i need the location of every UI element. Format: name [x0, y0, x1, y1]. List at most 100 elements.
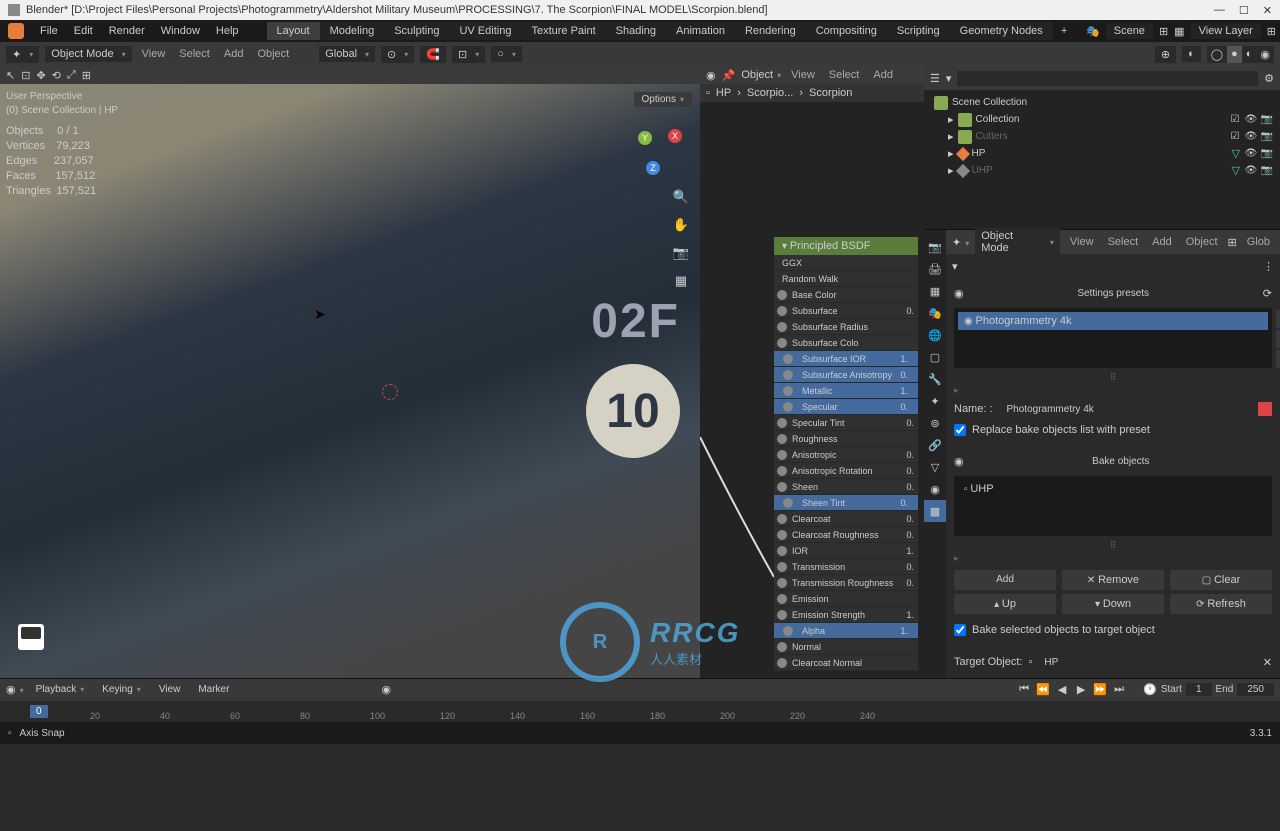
- move-tool-icon[interactable]: ✥: [36, 69, 45, 82]
- props-editor-icon[interactable]: ✦: [952, 236, 969, 249]
- rotate-tool-icon[interactable]: ⟲: [52, 69, 61, 82]
- outliner-search-input[interactable]: [957, 71, 1258, 86]
- prop-tab-particles[interactable]: ✦: [924, 390, 946, 412]
- transform-tool-icon[interactable]: ⊞: [82, 69, 91, 82]
- refresh-button[interactable]: ⟳ Refresh: [1170, 594, 1272, 614]
- sync-icon[interactable]: 🕐: [1143, 683, 1157, 696]
- clear-button[interactable]: ▢ Clear: [1170, 570, 1272, 590]
- prop-tab-object[interactable]: ▢: [924, 346, 946, 368]
- pan-icon[interactable]: ✋: [672, 217, 690, 233]
- props-add[interactable]: Add: [1148, 236, 1176, 248]
- disable-toggle[interactable]: 📷: [1260, 165, 1274, 176]
- scene-browse-icon[interactable]: ⊞: [1159, 25, 1168, 38]
- preset-remove-icon[interactable]: ✕: [1276, 350, 1280, 368]
- props-view[interactable]: View: [1066, 236, 1098, 248]
- nav-gizmo[interactable]: X Y Z: [622, 119, 682, 179]
- node-socket-row[interactable]: Transmission0.: [774, 559, 918, 575]
- zoom-icon[interactable]: 🔍: [672, 189, 690, 205]
- bake-selected-row[interactable]: Bake selected objects to target object: [954, 620, 1272, 640]
- socket-dot-icon[interactable]: [777, 610, 787, 620]
- end-value[interactable]: 250: [1237, 683, 1274, 696]
- socket-dot-icon[interactable]: [783, 498, 793, 508]
- target-object-field[interactable]: HP: [1038, 654, 1256, 671]
- socket-dot-icon[interactable]: [777, 290, 787, 300]
- presets-listbox[interactable]: ◉ Photogrammetry 4k ⟳ ✓ ✕: [954, 308, 1272, 368]
- node-editor-icon[interactable]: ◉: [706, 69, 716, 82]
- disable-toggle[interactable]: 📷: [1260, 148, 1274, 159]
- orientation-select[interactable]: Global: [319, 46, 375, 62]
- expand-icon[interactable]: ▸: [954, 383, 1272, 398]
- scene-name-field[interactable]: Scene: [1106, 23, 1153, 39]
- socket-value[interactable]: 1.: [906, 610, 918, 620]
- node-socket-row[interactable]: Specular Tint0.: [774, 415, 918, 431]
- overlay-toggle[interactable]: ⊕: [1155, 46, 1176, 63]
- replace-checkbox[interactable]: [954, 424, 966, 436]
- node-socket-row[interactable]: Subsurface0.: [774, 303, 918, 319]
- node-socket-row[interactable]: Clearcoat Roughness0.: [774, 527, 918, 543]
- socket-dot-icon[interactable]: [777, 642, 787, 652]
- node-socket-row[interactable]: Sheen0.: [774, 479, 918, 495]
- socket-dot-icon[interactable]: [777, 434, 787, 444]
- preset-name-input[interactable]: [1001, 401, 1250, 418]
- node-ggx[interactable]: GGX: [774, 255, 918, 271]
- start-value[interactable]: 1: [1186, 683, 1212, 696]
- gizmo-z-axis[interactable]: Z: [646, 161, 660, 175]
- prop-tab-render[interactable]: 📷: [924, 236, 946, 258]
- hide-toggle[interactable]: 👁: [1244, 148, 1258, 159]
- timeline-ruler[interactable]: 0 20406080100120140160180200220240: [0, 701, 1280, 723]
- jump-end-icon[interactable]: ⏭: [1111, 683, 1127, 696]
- prop-tab-output[interactable]: 🖨: [924, 258, 946, 280]
- disable-toggle[interactable]: 📷: [1260, 131, 1274, 142]
- breadcrumb-scorpio[interactable]: Scorpio...: [747, 87, 793, 99]
- snap-toggle[interactable]: 🧲: [420, 46, 446, 63]
- socket-value[interactable]: 0.: [906, 530, 918, 540]
- node-menu-select[interactable]: Select: [825, 69, 864, 81]
- preset-add-icon[interactable]: ⟳: [1276, 310, 1280, 328]
- props-options-icon[interactable]: ⋮: [1263, 260, 1274, 273]
- outliner-collection[interactable]: ▸Collection☑👁📷: [930, 111, 1274, 128]
- props-transform-icon[interactable]: ⊞: [1228, 236, 1237, 249]
- socket-value[interactable]: 0.: [906, 562, 918, 572]
- expand-icon[interactable]: ▸: [954, 551, 1272, 566]
- filter-icon[interactable]: ⚙: [1264, 72, 1274, 85]
- node-socket-row[interactable]: Subsurface Anisotropy0.: [774, 367, 918, 383]
- tool-menu-add[interactable]: Add: [220, 48, 248, 60]
- prop-tab-constraint[interactable]: 🔗: [924, 434, 946, 456]
- socket-dot-icon[interactable]: [777, 658, 787, 668]
- window-controls[interactable]: — ☐ ✕: [1214, 4, 1272, 17]
- socket-dot-icon[interactable]: [777, 450, 787, 460]
- props-glob[interactable]: Glob: [1243, 236, 1274, 248]
- tab-rendering[interactable]: Rendering: [735, 22, 806, 40]
- play-icon[interactable]: ▶: [1073, 683, 1089, 696]
- timeline-marker[interactable]: Marker: [192, 684, 235, 695]
- hide-toggle[interactable]: 👁: [1244, 114, 1258, 125]
- outliner-cutters[interactable]: ▸Cutters☑👁📷: [930, 128, 1274, 145]
- prop-tab-material[interactable]: ◉: [924, 478, 946, 500]
- shading-solid[interactable]: ●: [1227, 46, 1242, 63]
- mode-select[interactable]: Object Mode: [45, 46, 131, 62]
- node-socket-row[interactable]: Subsurface IOR1.: [774, 351, 918, 367]
- proportional-edit[interactable]: ○: [491, 46, 522, 62]
- socket-value[interactable]: 0.: [906, 418, 918, 428]
- replace-checkbox-row[interactable]: Replace bake objects list with preset: [954, 420, 1272, 440]
- outliner-uhp[interactable]: ▸UHP▽👁📷: [930, 162, 1274, 179]
- props-mode[interactable]: Object Mode: [975, 228, 1060, 256]
- socket-dot-icon[interactable]: [777, 338, 787, 348]
- node-socket-row[interactable]: Clearcoat0.: [774, 511, 918, 527]
- bake-selected-checkbox[interactable]: [954, 624, 966, 636]
- socket-dot-icon[interactable]: [783, 370, 793, 380]
- viewport-options[interactable]: Options: [634, 92, 692, 107]
- socket-value[interactable]: 0.: [906, 514, 918, 524]
- menu-window[interactable]: Window: [153, 25, 208, 37]
- tab-compositing[interactable]: Compositing: [806, 22, 887, 40]
- minimize-button[interactable]: —: [1214, 4, 1225, 17]
- close-button[interactable]: ✕: [1263, 4, 1272, 17]
- node-socket-row[interactable]: Emission Strength1.: [774, 607, 918, 623]
- node-socket-row[interactable]: Sheen Tint0.: [774, 495, 918, 511]
- socket-dot-icon[interactable]: [777, 530, 787, 540]
- tab-modeling[interactable]: Modeling: [320, 22, 385, 40]
- node-socket-row[interactable]: Metallic1.: [774, 383, 918, 399]
- hide-toggle[interactable]: 👁: [1244, 131, 1258, 142]
- prop-tab-viewlayer[interactable]: ▦: [924, 280, 946, 302]
- socket-value[interactable]: 0.: [900, 402, 912, 412]
